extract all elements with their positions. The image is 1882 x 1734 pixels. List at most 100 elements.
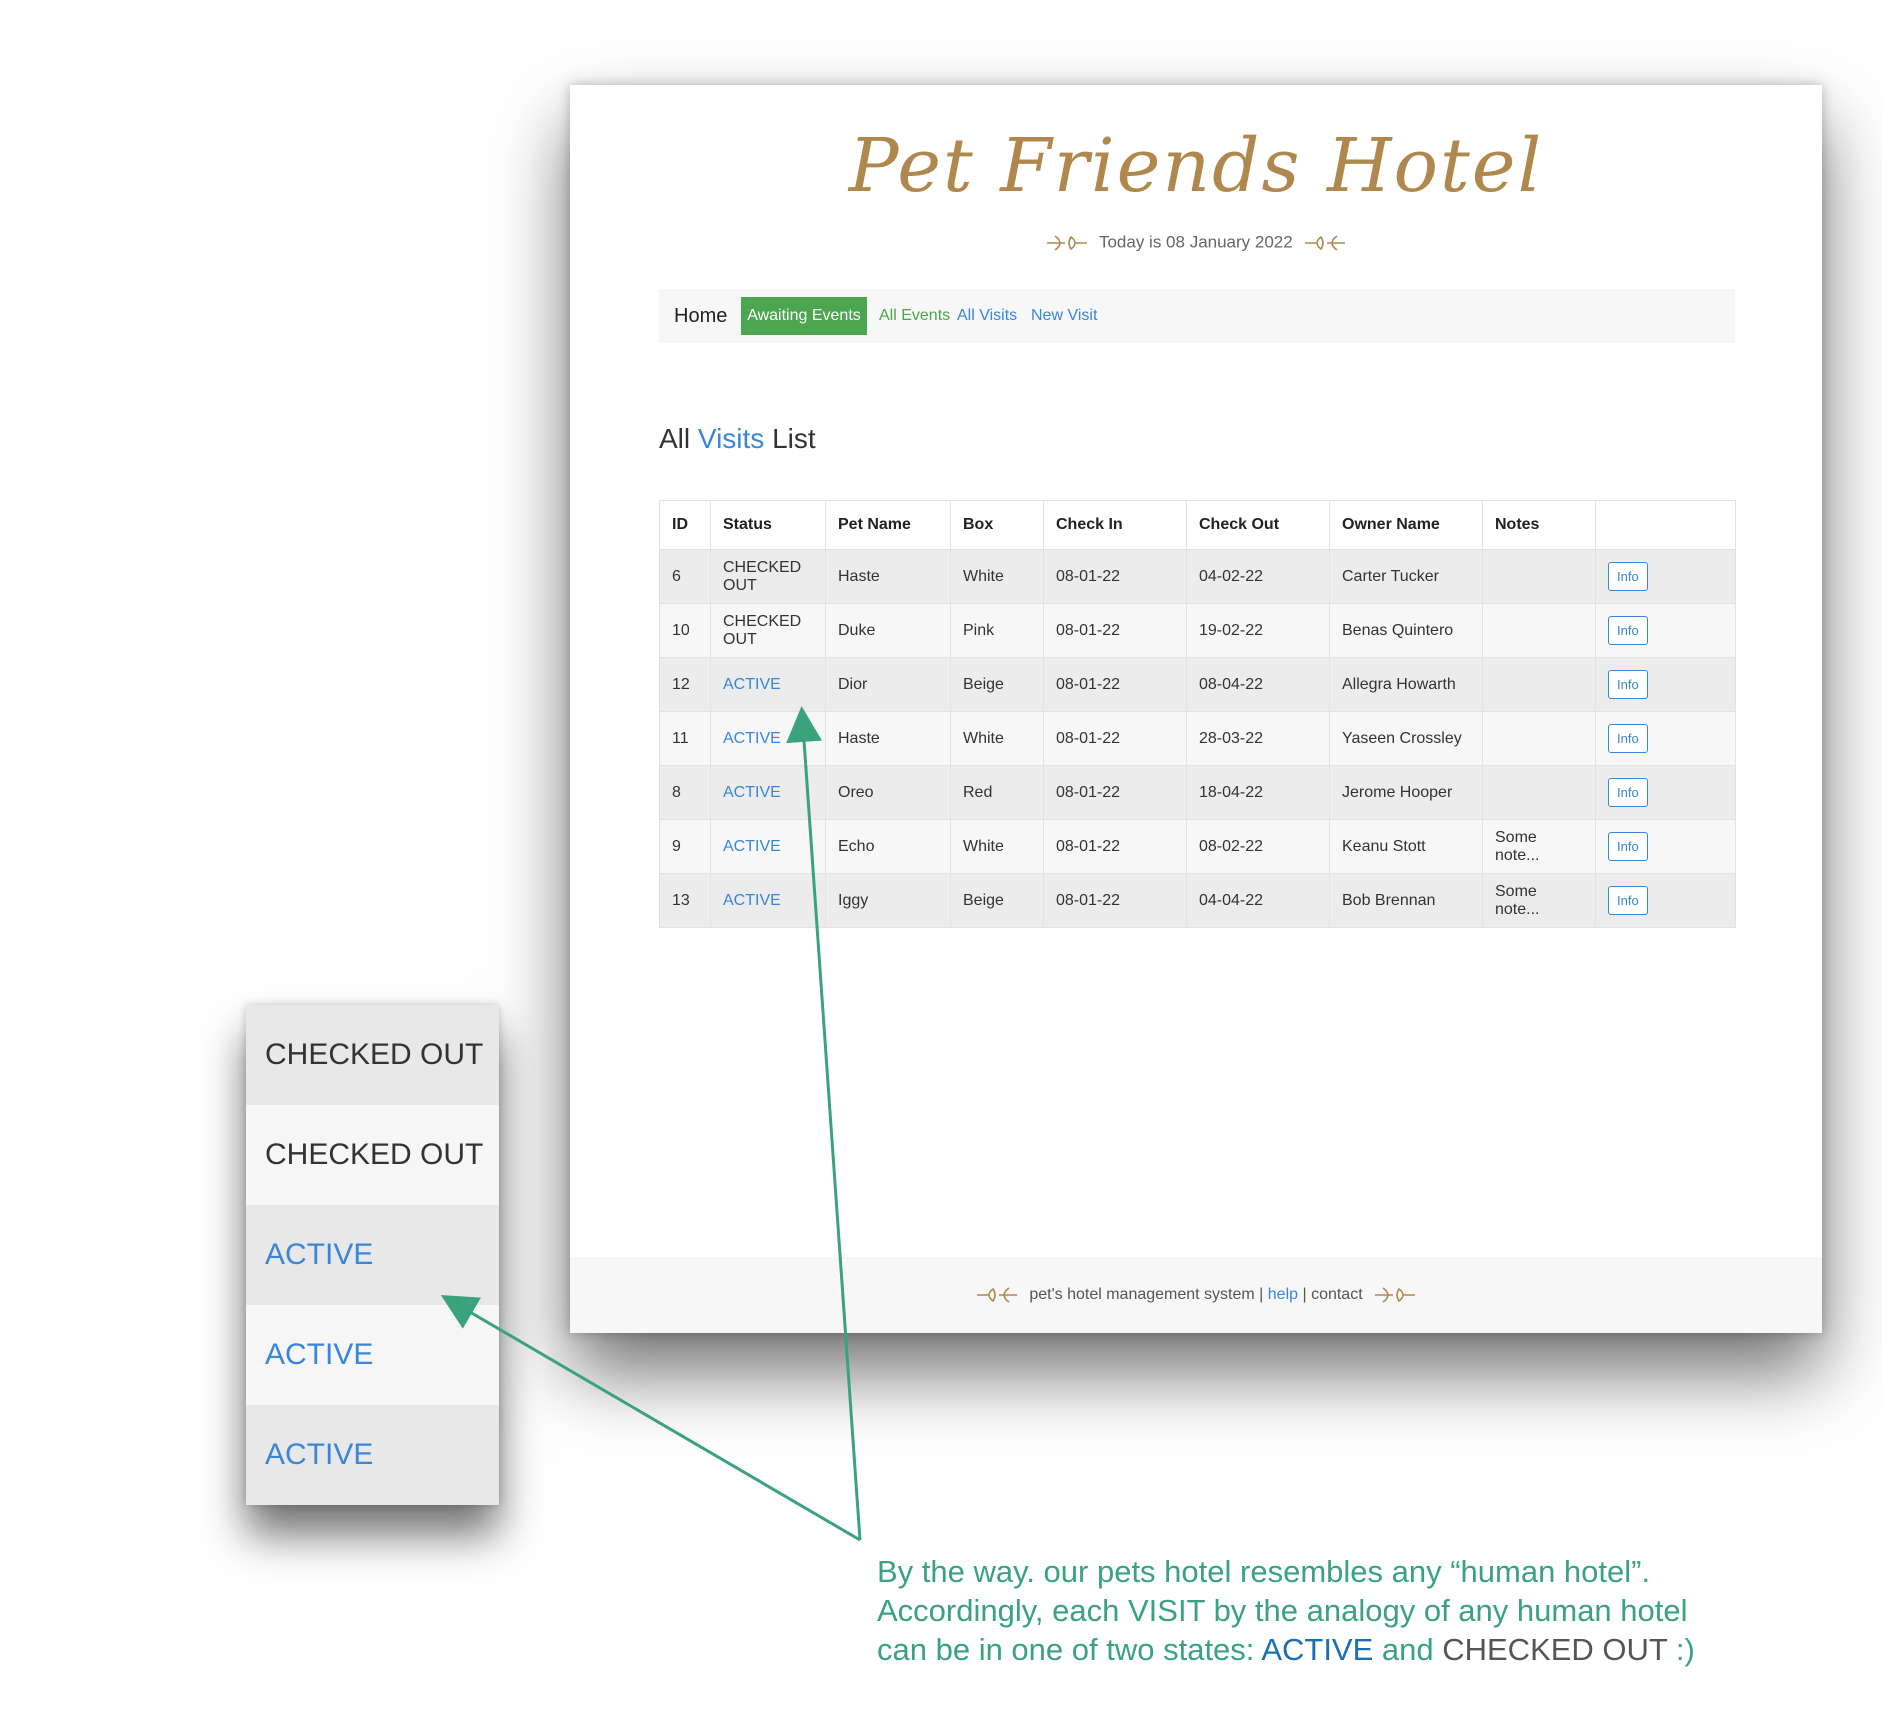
col-id: ID [659, 500, 711, 550]
col-check-in: Check In [1043, 500, 1187, 550]
cell-check-out: 19-02-22 [1186, 603, 1330, 658]
info-button[interactable]: Info [1608, 778, 1648, 807]
zoom-status-item: CHECKED OUT [246, 1105, 499, 1205]
table-header-row: ID Status Pet Name Box Check In Check Ou… [659, 500, 1736, 550]
table-row: 6 CHECKED OUT Haste White 08-01-22 04-02-22 Ca… [659, 549, 1736, 604]
cell-box: White [950, 819, 1044, 874]
nav-new-visit[interactable]: New Visit [1031, 297, 1097, 335]
cell-box: White [950, 549, 1044, 604]
ornament-right-icon [1375, 1287, 1416, 1303]
nav-all-visits[interactable]: All Visits [957, 297, 1017, 335]
logo-text: Pet Friends Hotel [848, 123, 1544, 209]
nav-awaiting-events[interactable]: Awaiting Events [741, 297, 867, 335]
cell-box: Beige [950, 657, 1044, 712]
cell-check-in: 08-01-22 [1043, 711, 1187, 766]
cell-id: 9 [659, 819, 711, 874]
ornament-left-icon [976, 1287, 1017, 1303]
cell-notes [1482, 549, 1596, 604]
annotation-end: :) [1667, 1632, 1695, 1667]
info-button[interactable]: Info [1608, 886, 1648, 915]
cell-action: Info [1595, 873, 1736, 928]
table-row: 9 ACTIVE Echo White 08-01-22 08-02-22 Keanu St… [659, 819, 1736, 874]
cell-check-in: 08-01-22 [1043, 657, 1187, 712]
cell-pet-name: Oreo [825, 765, 951, 820]
cell-action: Info [1595, 711, 1736, 766]
cell-action: Info [1595, 819, 1736, 874]
cell-id: 6 [659, 549, 711, 604]
cell-pet-name: Iggy [825, 873, 951, 928]
info-button[interactable]: Info [1608, 670, 1648, 699]
table-row: 13 ACTIVE Iggy Beige 08-01-22 04-04-22 Bob Bre… [659, 873, 1736, 928]
cell-box: White [950, 711, 1044, 766]
col-pet-name: Pet Name [825, 500, 951, 550]
cell-status: ACTIVE [710, 711, 826, 766]
nav-home[interactable]: Home [674, 297, 727, 335]
ornament-left-icon [1046, 235, 1087, 251]
annotation-and: and [1373, 1632, 1443, 1667]
cell-owner-name: Jerome Hooper [1329, 765, 1483, 820]
page-title-highlight: Visits [697, 423, 765, 454]
cell-check-in: 08-01-22 [1043, 765, 1187, 820]
info-button[interactable]: Info [1608, 832, 1648, 861]
cell-action: Info [1595, 765, 1736, 820]
cell-check-in: 08-01-22 [1043, 549, 1187, 604]
cell-status: CHECKED OUT [710, 603, 826, 658]
cell-pet-name: Echo [825, 819, 951, 874]
cell-id: 8 [659, 765, 711, 820]
table-row: 8 ACTIVE Oreo Red 08-01-22 18-04-22 Jerome Hoo… [659, 765, 1736, 820]
zoomed-status-column: CHECKED OUT CHECKED OUT ACTIVE ACTIVE AC… [246, 1005, 499, 1505]
ornament-right-icon [1305, 235, 1346, 251]
cell-status: ACTIVE [710, 765, 826, 820]
cell-action: Info [1595, 603, 1736, 658]
cell-check-out: 04-04-22 [1186, 873, 1330, 928]
footer-separator: | [1254, 1286, 1268, 1303]
cell-pet-name: Duke [825, 603, 951, 658]
cell-pet-name: Haste [825, 711, 951, 766]
cell-check-out: 08-02-22 [1186, 819, 1330, 874]
cell-check-out: 08-04-22 [1186, 657, 1330, 712]
cell-box: Beige [950, 873, 1044, 928]
cell-owner-name: Carter Tucker [1329, 549, 1483, 604]
cell-status: ACTIVE [710, 873, 826, 928]
cell-notes: Some note... [1482, 819, 1596, 874]
footer-contact-link[interactable]: contact [1311, 1286, 1363, 1303]
page-title: All Visits List [659, 423, 816, 455]
info-button[interactable]: Info [1608, 616, 1648, 645]
cell-owner-name: Benas Quintero [1329, 603, 1483, 658]
site-logo[interactable]: Pet Friends Hotel [570, 123, 1822, 209]
cell-owner-name: Keanu Stott [1329, 819, 1483, 874]
cell-pet-name: Haste [825, 549, 951, 604]
zoom-status-item: CHECKED OUT [246, 1005, 499, 1105]
cell-pet-name: Dior [825, 657, 951, 712]
zoom-status-item: ACTIVE [246, 1205, 499, 1305]
visits-table: ID Status Pet Name Box Check In Check Ou… [659, 500, 1736, 928]
cell-owner-name: Bob Brennan [1329, 873, 1483, 928]
annotation-active-word: ACTIVE [1261, 1632, 1374, 1667]
cell-status: CHECKED OUT [710, 549, 826, 604]
page-title-suffix: List [772, 423, 816, 454]
zoom-status-item: ACTIVE [246, 1305, 499, 1405]
page-footer: pet's hotel management system | help | c… [570, 1257, 1822, 1333]
cell-id: 11 [659, 711, 711, 766]
cell-check-out: 28-03-22 [1186, 711, 1330, 766]
cell-id: 13 [659, 873, 711, 928]
nav-all-events[interactable]: All Events [879, 297, 950, 335]
cell-action: Info [1595, 549, 1736, 604]
cell-notes [1482, 603, 1596, 658]
table-row: 10 CHECKED OUT Duke Pink 08-01-22 19-02-22 Ben… [659, 603, 1736, 658]
footer-help-link[interactable]: help [1268, 1286, 1298, 1303]
info-button[interactable]: Info [1608, 562, 1648, 591]
browser-window: Pet Friends Hotel Today is 08 January 20… [570, 85, 1822, 1333]
footer-system-text: pet's hotel management system [1029, 1286, 1255, 1303]
arrow-to-zoom-status [440, 1294, 861, 1542]
cell-status: ACTIVE [710, 819, 826, 874]
page-title-prefix: All [659, 423, 691, 454]
table-row: 11 ACTIVE Haste White 08-01-22 28-03-22 Yaseen… [659, 711, 1736, 766]
cell-owner-name: Yaseen Crossley [1329, 711, 1483, 766]
main-navbar: Home Awaiting Events All Events All Visi… [659, 289, 1735, 343]
date-banner: Today is 08 January 2022 [570, 230, 1822, 256]
col-check-out: Check Out [1186, 500, 1330, 550]
cell-notes [1482, 765, 1596, 820]
info-button[interactable]: Info [1608, 724, 1648, 753]
col-owner-name: Owner Name [1329, 500, 1483, 550]
